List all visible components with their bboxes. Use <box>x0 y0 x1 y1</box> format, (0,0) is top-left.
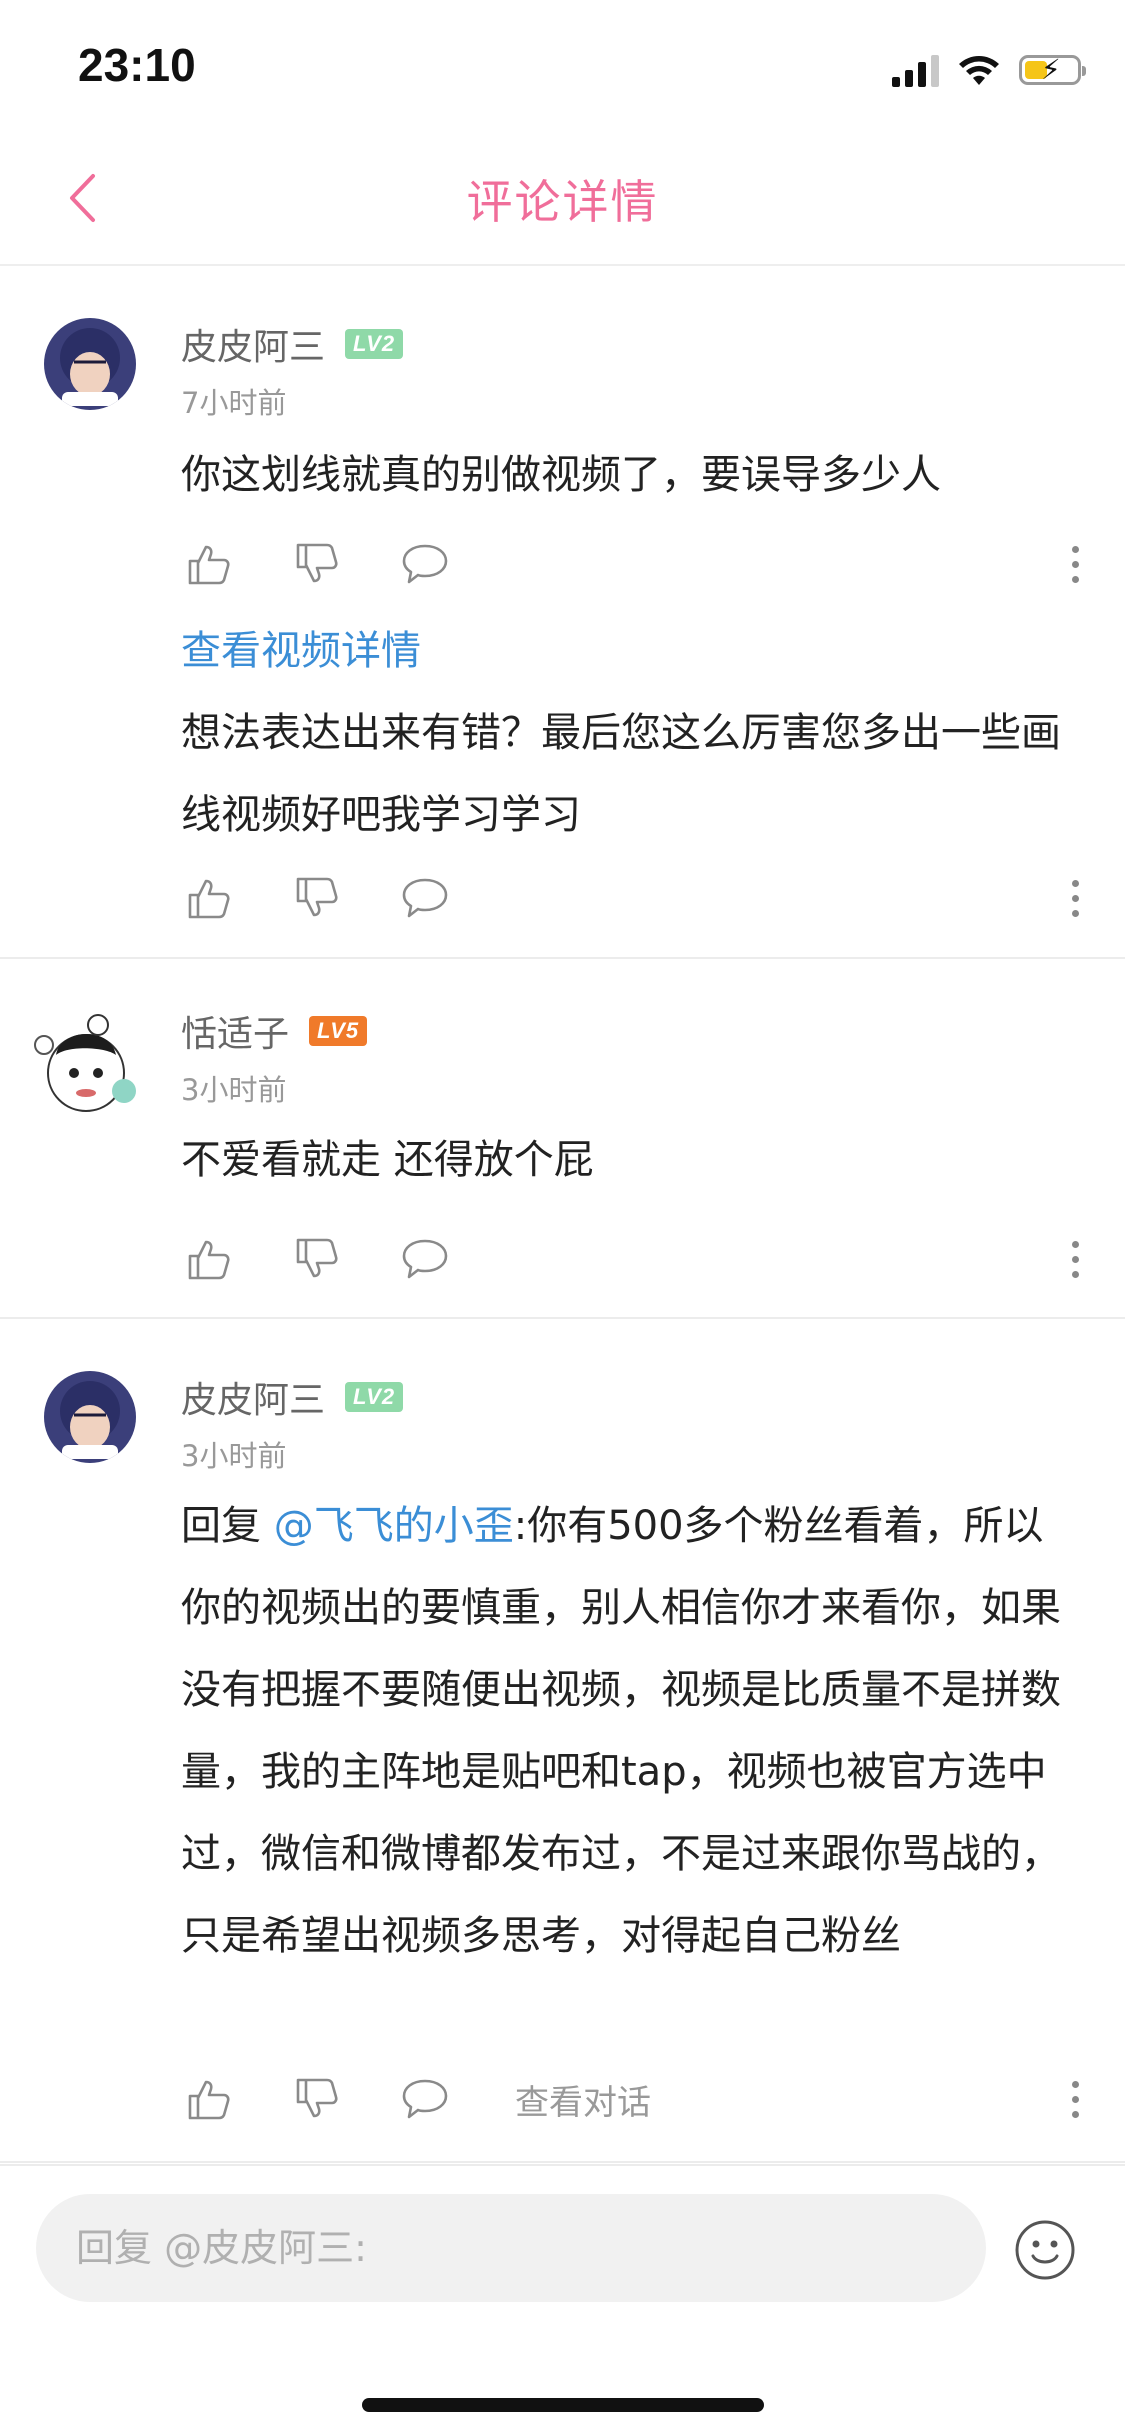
more-vertical-icon <box>1071 1240 1079 1248</box>
username[interactable]: 皮皮阿三 <box>181 318 325 370</box>
emoji-icon[interactable] <box>1013 2218 1077 2282</box>
username[interactable]: 恬适子 <box>181 1005 289 1057</box>
comment-text: 不爱看就走 还得放个屁 <box>181 1137 594 1183</box>
more-button[interactable] <box>1055 1231 1095 1287</box>
comment-text: 回复 @飞飞的小歪:你有500多个粉丝看着，所以你的视频出的要慎重，别人相信你才… <box>181 1485 1081 1977</box>
comment-actions <box>181 1231 1095 1287</box>
home-indicator[interactable] <box>362 2398 764 2412</box>
comment-actions <box>181 536 1095 592</box>
thumb-up-icon <box>188 545 230 585</box>
thumb-down-icon <box>296 543 338 583</box>
more-vertical-icon <box>1071 879 1079 887</box>
reply-button[interactable] <box>397 536 453 592</box>
dislike-button[interactable] <box>289 870 345 926</box>
battery-icon: ⚡ <box>1019 55 1086 85</box>
thumb-down-icon <box>296 877 338 917</box>
nav-bar: 评论详情 <box>0 132 1125 266</box>
more-vertical-icon <box>1071 2080 1079 2088</box>
username[interactable]: 皮皮阿三 <box>181 1371 325 1423</box>
reply-button[interactable] <box>397 870 453 926</box>
more-button[interactable] <box>1055 870 1095 926</box>
thumb-down-icon <box>296 1238 338 1278</box>
status-icons: ⚡ <box>892 48 1086 92</box>
dislike-button[interactable] <box>289 1231 345 1287</box>
comment-bubble-icon <box>402 1239 448 1279</box>
view-video-details-link[interactable]: 查看视频详情 <box>181 618 421 676</box>
more-button[interactable] <box>1055 536 1095 592</box>
wifi-icon <box>959 56 999 85</box>
status-time: 23:10 <box>78 39 196 91</box>
view-conversation-link[interactable]: 查看对话 <box>515 2075 651 2124</box>
comment-time: 3小时前 <box>181 1439 287 1473</box>
comment-bubble-icon <box>402 878 448 918</box>
like-button[interactable] <box>181 2071 237 2127</box>
comment-item: 恬适子 LV5 3小时前 不爱看就走 还得放个屁 <box>0 959 1125 1319</box>
thumb-up-icon <box>188 1240 230 1280</box>
dislike-button[interactable] <box>289 536 345 592</box>
comment-text: 你这划线就真的别做视频了，要误导多少人 <box>181 452 941 498</box>
signal-icon <box>892 53 939 87</box>
comment-feed: 皮皮阿三 LV2 7小时前 你这划线就真的别做视频了，要误导多少人 查看视频详情… <box>0 266 1125 2163</box>
avatar[interactable] <box>28 1011 140 1123</box>
thumb-up-icon <box>188 879 230 919</box>
reply-text: 想法表达出来有错？最后您这么厉害您多出一些画线视频好吧我学习学习 <box>181 710 1061 838</box>
reply-bar <box>0 2164 1125 2316</box>
comment-body: :你有500多个粉丝看着，所以你的视频出的要慎重，别人相信你才来看你，如果没有把… <box>181 1503 1061 1959</box>
reply-button[interactable] <box>397 2071 453 2127</box>
level-badge: LV2 <box>345 329 404 359</box>
avatar[interactable] <box>44 318 136 410</box>
reply-actions <box>181 870 1095 926</box>
reply-prefix: 回复 <box>181 1503 274 1549</box>
page-title: 评论详情 <box>466 175 659 229</box>
avatar[interactable] <box>44 1371 136 1463</box>
dislike-button[interactable] <box>289 2071 345 2127</box>
thumb-up-icon <box>188 2080 230 2120</box>
comment-item: 皮皮阿三 LV2 3小时前 回复 @飞飞的小歪:你有500多个粉丝看着，所以你的… <box>0 1319 1125 2163</box>
comment-time: 7小时前 <box>181 386 287 420</box>
like-button[interactable] <box>181 1231 237 1287</box>
more-button[interactable] <box>1055 2071 1095 2127</box>
status-bar: 23:10 ⚡ <box>0 0 1125 132</box>
like-button[interactable] <box>181 870 237 926</box>
comment-bubble-icon <box>402 544 448 584</box>
comment-item: 皮皮阿三 LV2 7小时前 你这划线就真的别做视频了，要误导多少人 查看视频详情… <box>0 266 1125 959</box>
level-badge: LV2 <box>345 1382 404 1412</box>
comment-actions: 查看对话 <box>181 2071 1095 2127</box>
comment-bubble-icon <box>402 2079 448 2119</box>
reply-input[interactable] <box>36 2194 986 2302</box>
comment-time: 3小时前 <box>181 1073 287 1107</box>
reply-button[interactable] <box>397 1231 453 1287</box>
level-badge: LV5 <box>309 1016 368 1046</box>
mention-link[interactable]: @飞飞的小歪 <box>274 1503 514 1549</box>
thumb-down-icon <box>296 2078 338 2118</box>
like-button[interactable] <box>181 536 237 592</box>
more-vertical-icon <box>1071 545 1079 553</box>
